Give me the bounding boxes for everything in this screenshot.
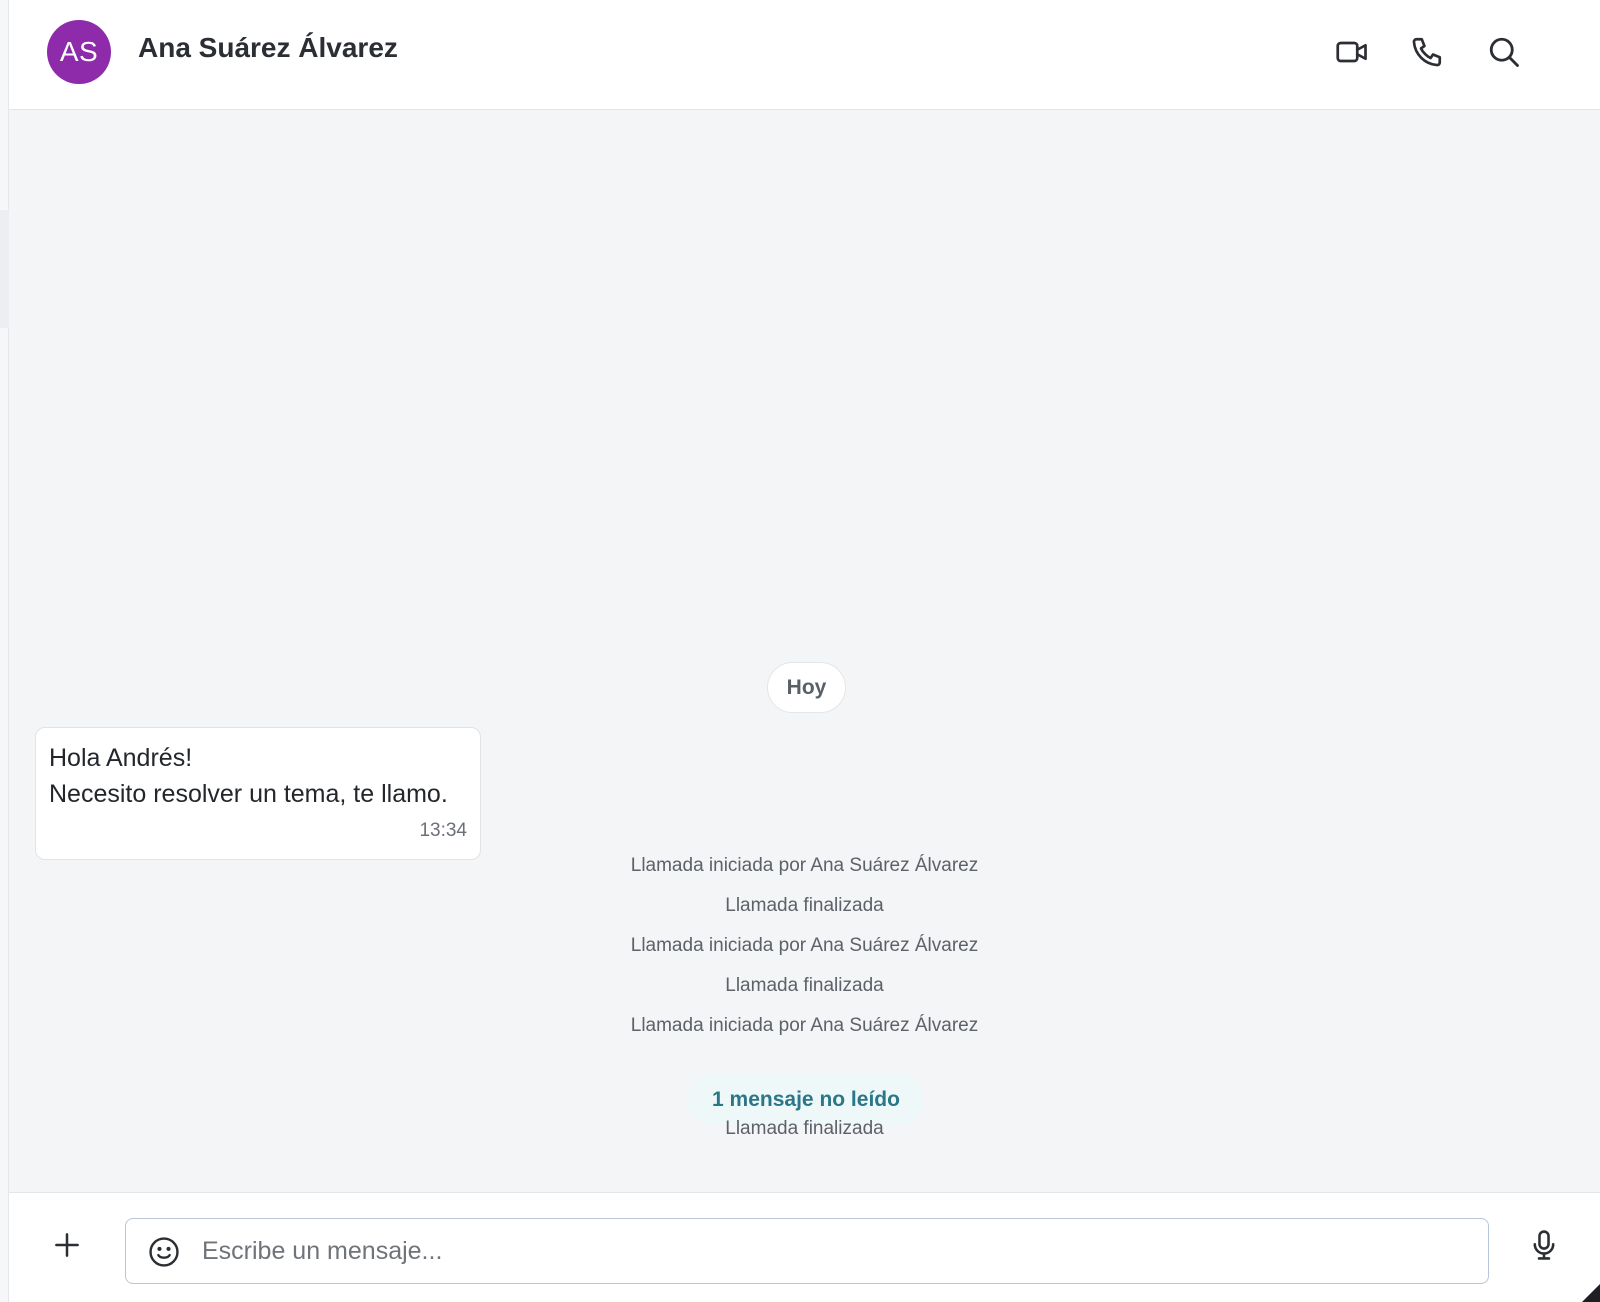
search-icon <box>1489 37 1519 67</box>
window-corner <box>1582 1284 1600 1302</box>
call-event: Llamada iniciada por Ana Suárez Álvarez <box>630 855 979 876</box>
incoming-message[interactable]: Hola Andrés! Necesito resolver un tema, … <box>35 727 481 860</box>
video-call-button[interactable] <box>1330 30 1374 74</box>
message-input[interactable] <box>202 1229 1472 1273</box>
call-event: Llamada iniciada por Ana Suárez Álvarez <box>630 1015 979 1036</box>
phone-icon <box>1412 37 1442 67</box>
video-camera-icon <box>1336 41 1367 63</box>
chat-window: AS Ana Suárez Álvarez Hoy Hola Andrés! N… <box>0 0 1600 1302</box>
sidebar-edge <box>0 0 9 1302</box>
call-event: Llamada finalizada <box>725 975 884 996</box>
call-event: Llamada finalizada <box>725 1118 884 1139</box>
search-button[interactable] <box>1482 30 1526 74</box>
message-composer <box>9 1192 1600 1302</box>
message-text-line: Hola Andrés! <box>49 744 193 772</box>
contact-name[interactable]: Ana Suárez Álvarez <box>138 32 398 64</box>
call-event: Llamada finalizada <box>725 895 884 916</box>
chat-header: AS Ana Suárez Álvarez <box>9 0 1600 110</box>
smiley-icon <box>149 1237 179 1267</box>
voice-message-button[interactable] <box>1520 1221 1568 1269</box>
plus-icon <box>55 1233 79 1257</box>
sidebar-edge-highlight <box>0 210 9 328</box>
message-input-box[interactable] <box>125 1218 1489 1284</box>
message-area[interactable]: Hoy Hola Andrés! Necesito resolver un te… <box>9 110 1600 1192</box>
voice-call-button[interactable] <box>1405 30 1449 74</box>
message-timestamp: 13:34 <box>419 820 467 841</box>
call-event: Llamada iniciada por Ana Suárez Álvarez <box>630 935 979 956</box>
contact-avatar[interactable]: AS <box>47 20 111 84</box>
microphone-icon <box>1533 1230 1555 1260</box>
message-text-line: Necesito resolver un tema, te llamo. <box>49 780 448 808</box>
emoji-button[interactable] <box>146 1234 182 1270</box>
attach-button[interactable] <box>43 1221 91 1269</box>
date-separator: Hoy <box>767 662 846 713</box>
